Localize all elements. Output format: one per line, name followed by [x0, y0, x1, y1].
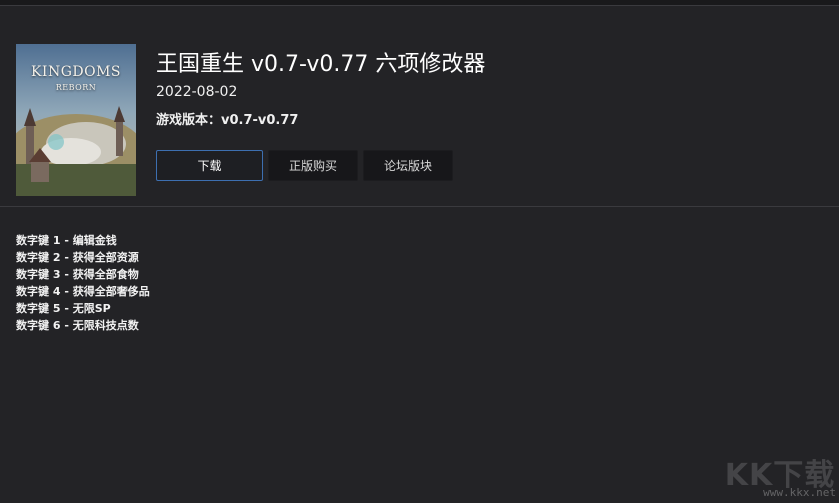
release-date: 2022-08-02: [156, 84, 238, 100]
game-header: KINGDOMS REBORN 王国重生 v0.7-v0.77 六项修改器 20…: [0, 6, 839, 206]
hotkey-item: 数字键 6 - 无限科技点数: [16, 319, 139, 332]
site-watermark: KK下载 www.kkx.net: [724, 450, 836, 500]
hotkey-item: 数字键 3 - 获得全部食物: [16, 268, 139, 281]
download-button[interactable]: 下载: [156, 150, 263, 181]
watermark-url: www.kkx.net: [763, 486, 836, 499]
hotkey-item: 数字键 5 - 无限SP: [16, 302, 111, 315]
cover-logo-subtitle: REBORN: [55, 83, 97, 92]
section-divider: [0, 206, 839, 207]
cover-logo-text: KINGDOMS: [30, 64, 122, 80]
game-version-value: v0.7-v0.77: [221, 113, 299, 128]
hotkey-item: 数字键 4 - 获得全部奢侈品: [16, 285, 150, 298]
game-cover-image: KINGDOMS REBORN: [16, 44, 136, 196]
hotkey-list: 数字键 1 - 编辑金钱 数字键 2 - 获得全部资源 数字键 3 - 获得全部…: [16, 232, 150, 334]
buy-button[interactable]: 正版购买: [268, 150, 358, 181]
game-version-label: 游戏版本：: [156, 113, 222, 128]
game-version: 游戏版本：v0.7-v0.77: [156, 109, 298, 128]
page-title: 王国重生 v0.7-v0.77 六项修改器: [156, 52, 486, 77]
forum-button[interactable]: 论坛版块: [363, 150, 453, 181]
hotkey-item: 数字键 1 - 编辑金钱: [16, 234, 117, 247]
hotkey-item: 数字键 2 - 获得全部资源: [16, 251, 139, 264]
